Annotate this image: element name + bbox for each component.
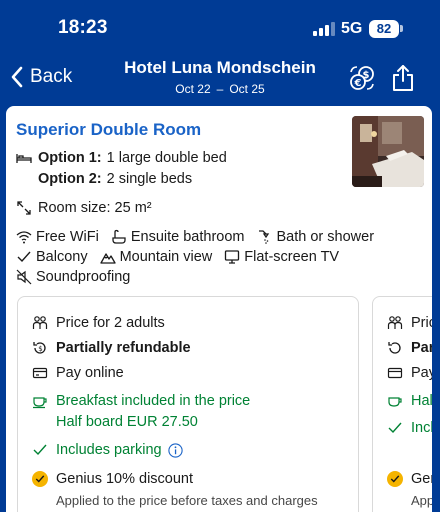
- pay-text: Pay: [411, 365, 432, 381]
- half-board-text: Half board EUR 27.50: [56, 414, 198, 430]
- refund-text: Partially refundable: [56, 340, 191, 356]
- amenities-list: Free WiFi Ensuite bathroom Bath or showe…: [16, 228, 426, 285]
- room-title[interactable]: Superior Double Room: [16, 120, 201, 140]
- amenity-label: Mountain view: [119, 248, 213, 265]
- chevron-left-icon: [11, 66, 23, 88]
- amenity-label: Bath or shower: [276, 228, 375, 245]
- stay-dates: Oct 22– Oct 25: [100, 82, 340, 96]
- amenity-label: Balcony: [36, 248, 88, 265]
- amenity-soundproofing: Soundproofing: [16, 268, 130, 285]
- amenity-tv: Flat-screen TV: [224, 248, 339, 265]
- rate-option-card-next[interactable]: Pric Par Pay Half Incl: [372, 296, 432, 512]
- genius-text: Genius 10% discount: [56, 471, 194, 487]
- bed-option-1-value: 1 large double bed: [106, 150, 227, 166]
- svg-text:€: €: [354, 78, 362, 89]
- coffee-icon: [32, 393, 48, 409]
- refund-row: Par: [387, 340, 432, 356]
- refund-row: $ Partially refundable: [32, 340, 191, 356]
- amenity-label: Ensuite bathroom: [130, 228, 245, 245]
- room-size-text: Room size: 25 m²: [38, 200, 152, 216]
- hotel-title: Hotel Luna Mondschein: [124, 58, 316, 77]
- genius-row: Ger: [387, 471, 432, 487]
- breakfast-text: Breakfast included in the price: [56, 393, 251, 409]
- genius-note: Applied to the price before taxes and ch…: [56, 493, 318, 508]
- date-separator: –: [216, 82, 224, 96]
- amenity-balcony: Balcony: [16, 248, 88, 265]
- bed-option-1-label: Option 1:: [38, 150, 102, 166]
- parking-text: Includes parking: [56, 442, 162, 458]
- amenity-mountain-view: Mountain view: [99, 248, 213, 265]
- genius-check-icon: [32, 471, 48, 487]
- genius-text: Ger: [411, 471, 432, 487]
- nav-header: Back Hotel Luna Mondschein Oct 22– Oct 25…: [0, 54, 440, 100]
- genius-note: App: [411, 493, 432, 508]
- parking-text: Incl: [411, 420, 432, 436]
- date-from: Oct 22: [175, 82, 211, 96]
- amenity-bathroom: Ensuite bathroom: [111, 228, 245, 245]
- bed-option-2: Option 2: 2 single beds: [38, 171, 192, 187]
- amenity-shower: Bath or shower: [257, 228, 375, 245]
- status-time: 18:23: [58, 17, 108, 38]
- signal-icon: [313, 22, 335, 36]
- breakfast-row: Half: [387, 393, 432, 409]
- soundproof-icon: [16, 269, 32, 285]
- bed-option-1: Option 1: 1 large double bed: [16, 150, 227, 166]
- breakfast-row: Breakfast included in the price: [32, 393, 250, 409]
- people-icon: [32, 315, 48, 331]
- card-icon: [32, 365, 48, 381]
- mountain-icon: [99, 249, 116, 265]
- pay-text: Pay online: [56, 365, 124, 381]
- battery-icon: 82: [369, 20, 399, 38]
- status-bar: 18:23 5G 82: [0, 0, 440, 54]
- room-card: Superior Double Room Option 1: 1 large d…: [6, 106, 432, 512]
- room-photo[interactable]: [352, 116, 424, 187]
- back-label: Back: [30, 66, 73, 87]
- bathroom-icon: [111, 229, 127, 245]
- pay-row: Pay: [387, 365, 432, 381]
- breakfast-text: Half: [411, 393, 432, 409]
- check-icon: [387, 420, 403, 436]
- price-for-text: Price for 2 adults: [56, 315, 165, 331]
- parking-row: Includes parking: [32, 442, 183, 458]
- card-icon: [387, 365, 403, 381]
- parking-row: Incl: [387, 420, 432, 436]
- amenity-label: Flat-screen TV: [244, 248, 340, 265]
- genius-row: Genius 10% discount: [32, 471, 193, 487]
- price-for-row: Price for 2 adults: [32, 315, 165, 331]
- tv-icon: [224, 249, 240, 265]
- pay-row: Pay online: [32, 365, 124, 381]
- shower-icon: [257, 229, 273, 245]
- check-icon: [16, 249, 32, 265]
- coffee-icon: [387, 393, 403, 409]
- currency-exchange-icon[interactable]: $ €: [348, 64, 376, 92]
- back-button[interactable]: Back: [10, 64, 72, 90]
- amenity-label: Soundproofing: [36, 268, 131, 285]
- price-for-row: Pric: [387, 315, 432, 331]
- share-icon[interactable]: [391, 64, 415, 92]
- amenity-wifi: Free WiFi: [16, 228, 99, 245]
- date-to: Oct 25: [229, 82, 265, 96]
- bed-option-2-value: 2 single beds: [106, 171, 193, 187]
- people-icon: [387, 315, 403, 331]
- battery-cap: [400, 25, 403, 32]
- price-for-text: Pric: [411, 315, 432, 331]
- genius-check-icon: [387, 471, 403, 487]
- refund-text: Par: [411, 340, 432, 356]
- network-type: 5G: [341, 20, 363, 37]
- refund-icon: $: [32, 340, 48, 356]
- bed-icon: [16, 150, 32, 166]
- bed-option-2-label: Option 2:: [38, 171, 102, 187]
- resize-icon: [16, 200, 32, 216]
- svg-text:$: $: [38, 345, 42, 353]
- info-icon[interactable]: [167, 442, 183, 458]
- wifi-icon: [16, 229, 32, 245]
- room-size: Room size: 25 m²: [16, 200, 152, 216]
- amenity-label: Free WiFi: [36, 228, 99, 245]
- rate-option-card[interactable]: Price for 2 adults $ Partially refundabl…: [17, 296, 359, 512]
- check-icon: [32, 442, 48, 458]
- refund-icon: [387, 340, 403, 356]
